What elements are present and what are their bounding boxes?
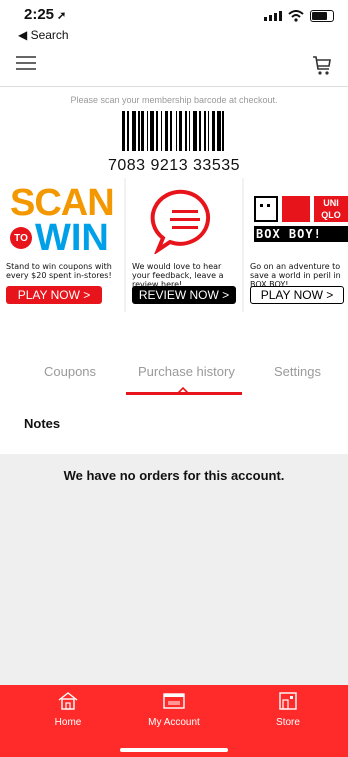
account-tabs: Coupons Purchase history Settings <box>0 354 348 398</box>
win-art-text: WIN <box>35 217 109 259</box>
promo-card-scan-to-win[interactable]: SCAN TO WIN Stand to win coupons with eve… <box>0 178 124 312</box>
tab-purchase-history[interactable]: Purchase history <box>138 364 235 379</box>
box-boy-title: BOX BOY! <box>254 226 348 242</box>
promo-carousel[interactable]: SCAN TO WIN Stand to win coupons with eve… <box>0 178 348 312</box>
battery-icon <box>310 10 334 22</box>
top-navigation-bar <box>0 46 348 87</box>
hamburger-icon[interactable] <box>16 56 36 70</box>
to-badge: TO <box>10 227 32 249</box>
wifi-icon <box>288 10 304 22</box>
promo-description: Stand to win coupons with every $20 spen… <box>6 262 112 280</box>
scan-to-win-artwork: SCAN TO WIN <box>10 184 115 259</box>
tab-coupons[interactable]: Coupons <box>44 364 96 379</box>
promo-card-box-boy[interactable]: UNI QLO BOX BOY! Go on an adventure to sa… <box>244 178 348 312</box>
tabbar-store[interactable]: Store <box>248 691 328 728</box>
back-to-search-link[interactable]: ◀ Search <box>18 28 69 42</box>
membership-barcode <box>71 111 277 151</box>
system-icons <box>264 10 334 22</box>
promo-description: Go on an adventure to save a world in pe… <box>250 262 341 289</box>
tab-settings[interactable]: Settings <box>274 364 321 379</box>
store-icon <box>279 692 297 710</box>
purchase-history-panel: We have no orders for this account. <box>0 454 348 685</box>
tabbar-my-account[interactable]: My Account <box>134 691 214 728</box>
play-now-button[interactable]: PLAY NOW > <box>6 286 102 304</box>
clock: 2:25 ➚ <box>24 6 67 23</box>
home-icon <box>58 692 78 710</box>
review-now-button[interactable]: REVIEW NOW > <box>132 286 236 304</box>
uniqlo-logo-text: UNI QLO <box>314 196 348 222</box>
promo-card-review[interactable]: We would love to hear your feedback, lea… <box>126 178 242 312</box>
membership-barcode-section: Please scan your membership barcode at c… <box>0 90 348 176</box>
tabbar-home-label: Home <box>54 717 82 728</box>
play-now-button-box-boy[interactable]: PLAY NOW > <box>250 286 344 304</box>
status-bar: 2:25 ➚ ◀ Search <box>0 0 348 44</box>
cellular-signal-icon <box>264 11 282 21</box>
tabbar-my-account-label: My Account <box>148 717 200 728</box>
tabbar-home[interactable]: Home <box>28 691 108 728</box>
bottom-tab-bar: Home My Account Store <box>0 685 348 757</box>
box-boy-artwork: UNI QLO BOX BOY! <box>254 196 348 248</box>
empty-orders-message: We have no orders for this account. <box>63 468 285 483</box>
uniqlo-logo-red <box>282 196 310 222</box>
active-tab-indicator <box>126 392 242 395</box>
home-indicator <box>120 748 228 752</box>
tabbar-store-label: Store <box>276 717 300 728</box>
membership-number: 7083 9213 33535 <box>107 157 241 174</box>
chat-bubble-icon <box>150 189 211 254</box>
promo-description: We would love to hear your feedback, lea… <box>132 262 224 289</box>
membership-card-icon <box>163 693 185 709</box>
cart-icon[interactable] <box>312 54 332 76</box>
scan-instruction: Please scan your membership barcode at c… <box>70 95 278 105</box>
box-character-icon <box>254 196 278 222</box>
location-arrow-icon: ➚ <box>57 10 67 22</box>
notes-heading: Notes <box>24 416 61 431</box>
